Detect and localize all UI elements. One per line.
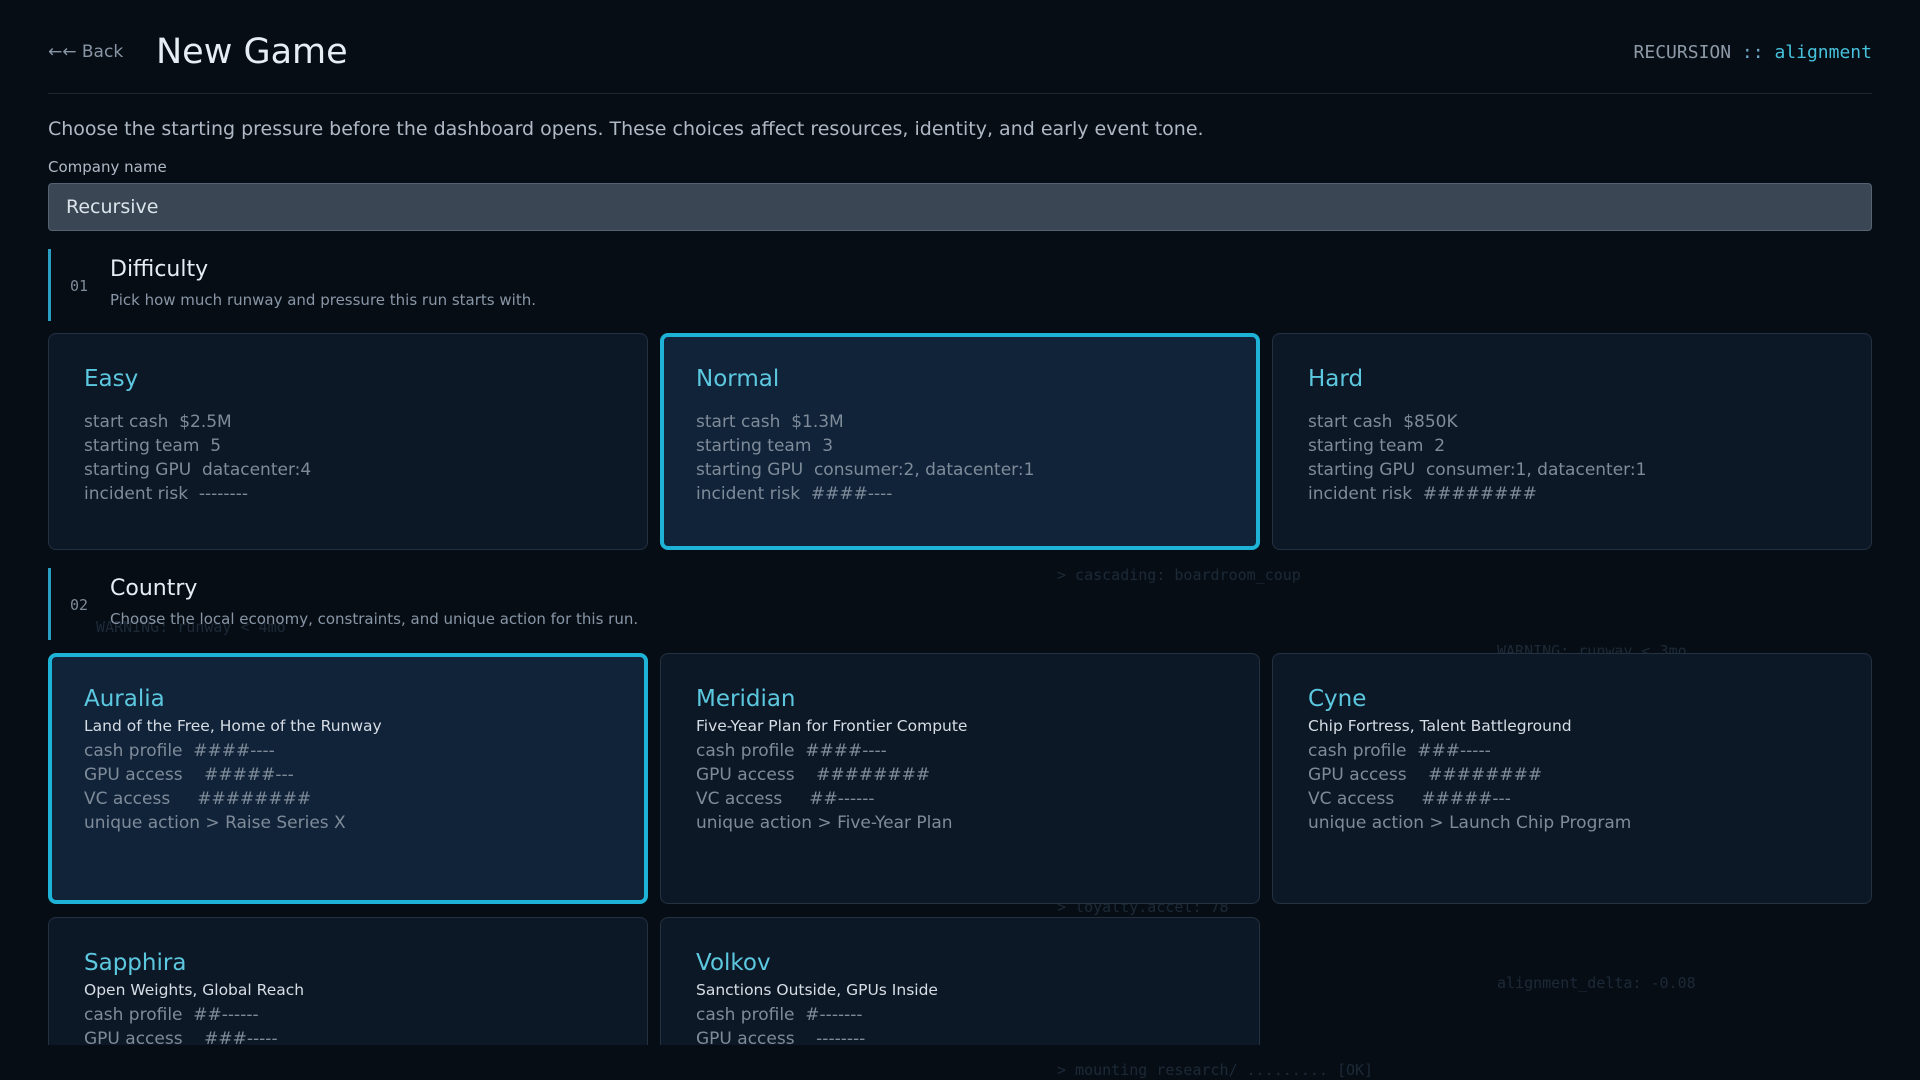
- intro-text: Choose the starting pressure before the …: [48, 118, 1204, 140]
- difficulty-card-hard[interactable]: Hard start cash $850K starting team 2 st…: [1272, 333, 1872, 550]
- stat-row: cash profile ####----: [84, 741, 275, 761]
- stat-row: starting team 2: [1308, 436, 1446, 456]
- country-card-auralia[interactable]: Auralia Land of the Free, Home of the Ru…: [48, 653, 648, 904]
- stat-row: unique action > Launch Chip Program: [1308, 813, 1632, 833]
- stat-row: cash profile #-------: [696, 1005, 863, 1025]
- stat-row: GPU access ########: [1308, 765, 1543, 785]
- card-title: Volkov: [696, 950, 771, 976]
- stat-row: VC access ##------: [696, 789, 875, 809]
- country-tagline: Chip Fortress, Talent Battleground: [1308, 717, 1572, 735]
- stat-row: cash profile ##------: [84, 1005, 259, 1025]
- stat-row: incident risk --------: [84, 484, 248, 504]
- scroll-cutoff: [0, 1045, 1920, 1080]
- country-tagline: Five-Year Plan for Frontier Compute: [696, 717, 968, 735]
- section-number: 01: [70, 277, 89, 295]
- stat-row: starting GPU datacenter:4: [84, 460, 312, 480]
- country-card-cyne[interactable]: Cyne Chip Fortress, Talent Battleground …: [1272, 653, 1872, 904]
- stat-row: cash profile ###-----: [1308, 741, 1491, 761]
- country-section-header: 02 Country Choose the local economy, con…: [48, 568, 1872, 640]
- stat-row: VC access #####---: [1308, 789, 1511, 809]
- stat-row: unique action > Five-Year Plan: [696, 813, 953, 833]
- bg-log-line: alignment_delta: -0.08: [1497, 974, 1696, 992]
- difficulty-card-normal[interactable]: Normal start cash $1.3M starting team 3 …: [660, 333, 1260, 550]
- card-title: Auralia: [84, 686, 165, 712]
- stat-row: starting GPU consumer:2, datacenter:1: [696, 460, 1035, 480]
- country-tagline: Open Weights, Global Reach: [84, 981, 305, 999]
- stat-row: VC access ########: [84, 789, 312, 809]
- back-button[interactable]: ←← Back: [48, 42, 123, 62]
- country-tagline: Sanctions Outside, GPUs Inside: [696, 981, 938, 999]
- card-title: Sapphira: [84, 950, 187, 976]
- stat-row: starting team 3: [696, 436, 834, 456]
- card-title: Easy: [84, 366, 139, 392]
- stat-row: starting GPU consumer:1, datacenter:1: [1308, 460, 1647, 480]
- card-title: Cyne: [1308, 686, 1367, 712]
- card-title: Normal: [696, 366, 780, 392]
- stat-row: start cash $850K: [1308, 412, 1458, 432]
- country-tagline: Land of the Free, Home of the Runway: [84, 717, 382, 735]
- difficulty-card-easy[interactable]: Easy start cash $2.5M starting team 5 st…: [48, 333, 648, 550]
- difficulty-section-header: 01 Difficulty Pick how much runway and p…: [48, 249, 1872, 321]
- brand-logo: RECURSION :: alignment: [1634, 42, 1872, 63]
- stat-row: cash profile ####----: [696, 741, 887, 761]
- stat-row: starting team 5: [84, 436, 222, 456]
- card-title: Hard: [1308, 366, 1364, 392]
- country-card-meridian[interactable]: Meridian Five-Year Plan for Frontier Com…: [660, 653, 1260, 904]
- section-description: Choose the local economy, constraints, a…: [110, 610, 639, 628]
- header: ←← Back New Game RECURSION :: alignment: [48, 30, 1872, 94]
- section-number: 02: [70, 596, 89, 614]
- stat-row: GPU access ########: [696, 765, 931, 785]
- stat-row: incident risk ########: [1308, 484, 1537, 504]
- stat-row: start cash $1.3M: [696, 412, 844, 432]
- section-title: Country: [110, 576, 198, 601]
- company-name-input[interactable]: [48, 183, 1872, 231]
- stat-row: incident risk ####----: [696, 484, 893, 504]
- brand-separator: ::: [1731, 42, 1775, 63]
- stat-row: GPU access #####---: [84, 765, 294, 785]
- section-title: Difficulty: [110, 257, 209, 282]
- brand-suffix: alignment: [1774, 42, 1872, 63]
- company-name-label: Company name: [48, 158, 167, 176]
- stat-row: unique action > Raise Series X: [84, 813, 346, 833]
- card-title: Meridian: [696, 686, 796, 712]
- page-title: New Game: [156, 32, 348, 72]
- brand-prefix: RECURSION: [1633, 42, 1732, 63]
- stat-row: start cash $2.5M: [84, 412, 232, 432]
- section-description: Pick how much runway and pressure this r…: [110, 291, 536, 309]
